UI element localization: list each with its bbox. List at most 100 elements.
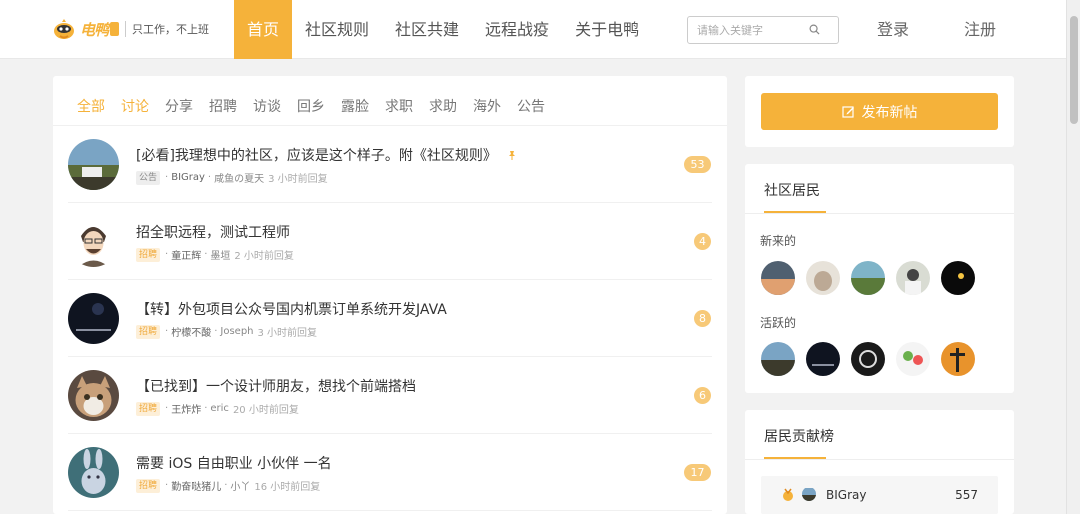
resident-avatar[interactable] (896, 342, 930, 376)
post-meta: 招聘 · 童正辉 · 墨垣 2 小时前回复 (136, 247, 294, 262)
tab-showface[interactable]: 露脸 (341, 96, 369, 116)
resident-avatar[interactable] (851, 261, 885, 295)
post-tag[interactable]: 招聘 (136, 247, 161, 262)
last-replier[interactable]: Joseph (220, 326, 253, 337)
tab-announcement[interactable]: 公告 (517, 96, 545, 116)
ranking-name[interactable]: BIGray (826, 488, 866, 502)
reply-time: 16 小时前回复 (254, 482, 321, 493)
resident-avatar[interactable] (851, 342, 885, 376)
last-replier[interactable]: 咸鱼の夏天 (214, 170, 264, 185)
active-residents-label: 活跃的 (760, 316, 797, 330)
post-author[interactable]: 童正辉 (171, 247, 201, 262)
ranking-avatar[interactable] (802, 487, 816, 501)
post-list-panel: 全部 讨论 分享 招聘 访谈 回乡 露脸 求职 求助 海外 公告 [必看]我理想… (53, 76, 727, 514)
last-replier[interactable]: 小丫 (230, 478, 250, 493)
top-header: 电鸭 只工作，不上班 首页 社区规则 社区共建 远程战疫 关于电鸭 登录 注册 (0, 0, 1066, 59)
publish-label: 发布新帖 (861, 104, 918, 121)
search-box (687, 16, 839, 44)
post-item[interactable]: 【已找到】一个设计师朋友，想找个前端搭档 招聘 · 王炸炸 · eric 20 小时… (68, 357, 712, 434)
reply-time: 3 小时前回复 (257, 328, 318, 339)
author-avatar[interactable] (68, 447, 119, 498)
search-icon[interactable] (809, 24, 820, 35)
resident-avatar[interactable] (941, 342, 975, 376)
register-link[interactable]: 注册 (964, 0, 996, 59)
site-logo[interactable]: 电鸭 只工作，不上班 (52, 17, 209, 41)
post-tag[interactable]: 招聘 (136, 478, 161, 493)
author-avatar[interactable] (68, 293, 119, 344)
post-title[interactable]: 招全职远程，测试工程师 (136, 222, 290, 242)
medal-icon (783, 488, 793, 501)
post-item[interactable]: 需要 iOS 自由职业 小伙伴 一名 招聘 · 勤奋哒猪儿 · 小丫 16 小时前回… (68, 434, 712, 511)
last-replier[interactable]: 墨垣 (210, 247, 230, 262)
reply-count-badge: 53 (684, 156, 711, 173)
resident-avatar[interactable] (806, 342, 840, 376)
tab-job-seeking[interactable]: 求职 (385, 96, 413, 116)
logo-badge (110, 22, 120, 36)
author-avatar[interactable] (68, 370, 119, 421)
post-tag[interactable]: 公告 (136, 170, 161, 185)
main-nav: 首页 社区规则 社区共建 远程战疫 关于电鸭 (234, 0, 652, 59)
reply-count-badge: 4 (694, 233, 711, 250)
site-slogan: 只工作，不上班 (132, 23, 210, 36)
nav-rules[interactable]: 社区规则 (292, 0, 382, 59)
nav-home[interactable]: 首页 (234, 0, 293, 59)
publish-post-button[interactable]: 发布新帖 (761, 93, 998, 130)
post-author[interactable]: BIGray (171, 172, 205, 183)
post-title[interactable]: [必看]我理想中的社区，应该是这个样子。附《社区规则》 (136, 145, 517, 165)
author-avatar[interactable] (68, 216, 119, 267)
tab-hiring[interactable]: 招聘 (209, 96, 237, 116)
post-item[interactable]: 【转】外包项目公众号国内机票订单系统开发JAVA 招聘 · 柠檬不酸 · Josep… (68, 280, 712, 357)
post-tag[interactable]: 招聘 (136, 324, 161, 339)
tab-all[interactable]: 全部 (77, 96, 105, 116)
duck-logo-icon (54, 19, 74, 39)
search-input[interactable] (688, 17, 808, 43)
tab-interview[interactable]: 访谈 (253, 96, 281, 116)
tab-hometown[interactable]: 回乡 (297, 96, 325, 116)
post-author[interactable]: 勤奋哒猪儿 (171, 478, 221, 493)
tab-share[interactable]: 分享 (165, 96, 193, 116)
post-author[interactable]: 柠檬不酸 (171, 324, 211, 339)
reply-time: 3 小时前回复 (268, 174, 328, 185)
ranking-score: 557 (955, 488, 978, 502)
nav-about[interactable]: 关于电鸭 (562, 0, 652, 59)
resident-avatar[interactable] (761, 342, 795, 376)
login-link[interactable]: 登录 (877, 0, 909, 59)
publish-box: 发布新帖 (745, 76, 1014, 147)
author-avatar[interactable] (68, 139, 119, 190)
resident-avatar[interactable] (941, 261, 975, 295)
reply-count-badge: 17 (684, 464, 711, 481)
nav-remote-fight[interactable]: 远程战疫 (472, 0, 562, 59)
reply-count-badge: 8 (694, 310, 711, 327)
page-scrollbar[interactable] (1066, 0, 1080, 514)
scrollbar-thumb[interactable] (1070, 16, 1078, 124)
nav-co-build[interactable]: 社区共建 (382, 0, 472, 59)
post-meta: 招聘 · 柠檬不酸 · Joseph 3 小时前回复 (136, 324, 317, 339)
divider (745, 213, 1014, 214)
post-tag[interactable]: 招聘 (136, 401, 161, 416)
post-item[interactable]: 招全职远程，测试工程师 招聘 · 童正辉 · 墨垣 2 小时前回复 4 (68, 203, 712, 280)
tab-discussion[interactable]: 讨论 (121, 96, 149, 116)
post-author[interactable]: 王炸炸 (171, 401, 201, 416)
post-item[interactable]: [必看]我理想中的社区，应该是这个样子。附《社区规则》 公告 · BIGray ·… (68, 126, 712, 203)
residents-title: 社区居民 (764, 183, 820, 199)
pin-icon (509, 151, 516, 160)
reply-time: 2 小时前回复 (234, 251, 294, 262)
reply-time: 20 小时前回复 (232, 405, 299, 416)
post-title[interactable]: 【已找到】一个设计师朋友，想找个前端搭档 (136, 376, 416, 396)
tab-help[interactable]: 求助 (429, 96, 457, 116)
resident-avatar[interactable] (806, 261, 840, 295)
last-replier[interactable]: eric (210, 403, 229, 414)
post-title[interactable]: 【转】外包项目公众号国内机票订单系统开发JAVA (136, 299, 447, 319)
ranking-row[interactable]: BIGray 557 (761, 476, 998, 514)
resident-avatar[interactable] (896, 261, 930, 295)
post-meta: 招聘 · 王炸炸 · eric 20 小时前回复 (136, 401, 299, 416)
logo-text: 电鸭 (80, 20, 109, 39)
tab-overseas[interactable]: 海外 (473, 96, 501, 116)
contribution-ranking-box: 居民贡献榜 BIGray 557 (745, 410, 1014, 514)
divider (745, 459, 1014, 460)
post-title[interactable]: 需要 iOS 自由职业 小伙伴 一名 (136, 453, 332, 473)
ranking-title: 居民贡献榜 (764, 429, 834, 445)
new-residents-label: 新来的 (760, 234, 797, 248)
resident-avatar[interactable] (761, 261, 795, 295)
post-meta: 招聘 · 勤奋哒猪儿 · 小丫 16 小时前回复 (136, 478, 320, 493)
